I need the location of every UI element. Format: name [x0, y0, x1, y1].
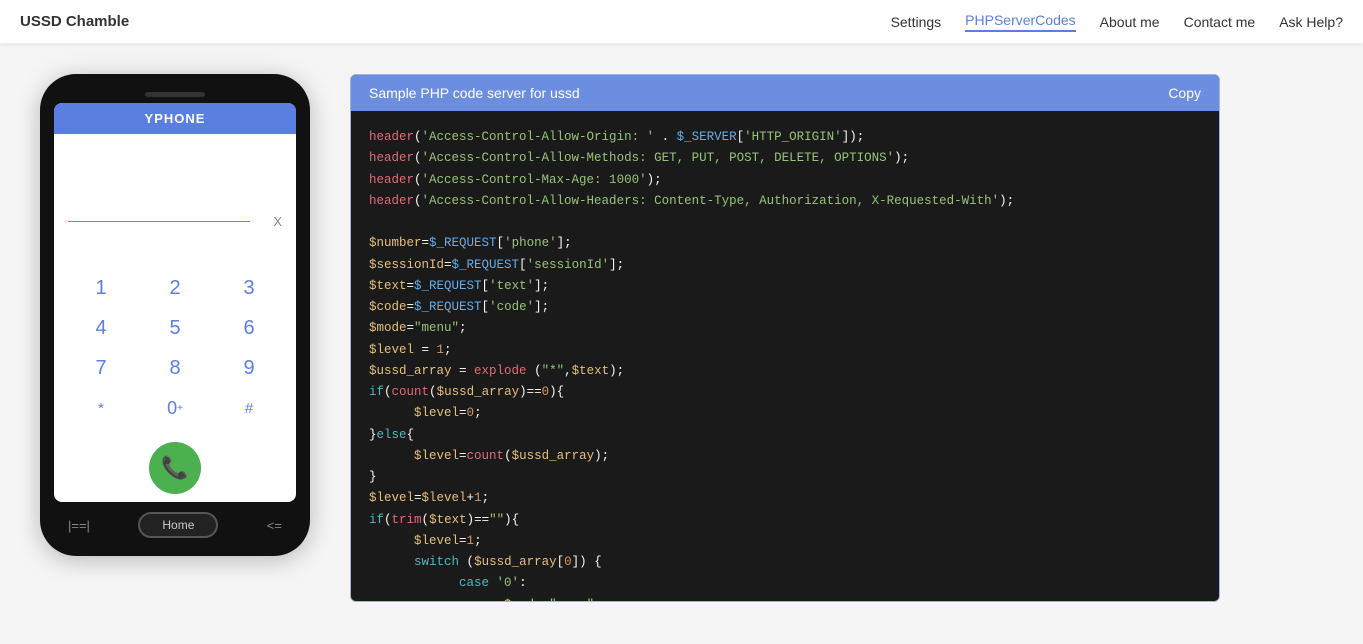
phone-screen-header: YPHONE [54, 103, 296, 134]
phone-input-row: X [68, 214, 282, 229]
dialpad-key-5[interactable]: 5 [138, 308, 212, 348]
phone-bottom-left-icon: |==| [68, 518, 90, 533]
dialpad-key-8[interactable]: 8 [138, 348, 212, 388]
dialpad-key-hash[interactable]: # [212, 388, 286, 428]
dialpad-key-9[interactable]: 9 [212, 348, 286, 388]
phone-clear-button[interactable]: X [273, 214, 282, 229]
phone-call-btn-row: 📞 [54, 442, 296, 494]
phone-home-button[interactable]: Home [138, 512, 218, 538]
dialpad-key-4[interactable]: 4 [64, 308, 138, 348]
dialpad-key-0[interactable]: 0 + [138, 388, 212, 428]
dialpad-key-1[interactable]: 1 [64, 268, 138, 308]
navbar-brand: USSD Chamble [20, 13, 129, 30]
dialpad-key-2[interactable]: 2 [138, 268, 212, 308]
nav-contactme[interactable]: Contact me [1184, 14, 1256, 30]
main-content: YPHONE X 1 2 3 4 5 6 7 8 9 * 0 + # [0, 44, 1363, 632]
phone-input-line [68, 221, 250, 222]
nav-askhelp[interactable]: Ask Help? [1279, 14, 1343, 30]
nav-settings[interactable]: Settings [891, 14, 942, 30]
nav-aboutme[interactable]: About me [1100, 14, 1160, 30]
phone-mockup: YPHONE X 1 2 3 4 5 6 7 8 9 * 0 + # [40, 74, 310, 556]
copy-button[interactable]: Copy [1168, 85, 1201, 101]
code-panel-header: Sample PHP code server for ussd Copy [351, 75, 1219, 111]
dialpad-key-3[interactable]: 3 [212, 268, 286, 308]
code-panel: Sample PHP code server for ussd Copy hea… [350, 74, 1220, 602]
code-block: header('Access-Control-Allow-Origin: ' .… [369, 127, 1201, 601]
phone-top-bar [54, 92, 296, 97]
phone-call-button[interactable]: 📞 [149, 442, 201, 494]
navbar: USSD Chamble Settings PHPServerCodes Abo… [0, 0, 1363, 44]
phone-call-icon: 📞 [161, 455, 188, 481]
code-panel-title: Sample PHP code server for ussd [369, 85, 580, 101]
phone-screen: YPHONE X 1 2 3 4 5 6 7 8 9 * 0 + # [54, 103, 296, 502]
code-block-wrapper[interactable]: header('Access-Control-Allow-Origin: ' .… [351, 111, 1219, 601]
navbar-links: Settings PHPServerCodes About me Contact… [891, 12, 1343, 32]
nav-phpservercodes[interactable]: PHPServerCodes [965, 12, 1076, 32]
phone-speaker [145, 92, 205, 97]
dialpad-key-6[interactable]: 6 [212, 308, 286, 348]
dialpad-key-7[interactable]: 7 [64, 348, 138, 388]
phone-bottom-bar: |==| Home <= [54, 512, 296, 538]
phone-screen-body: X [54, 134, 296, 254]
dialpad-key-star[interactable]: * [64, 388, 138, 428]
phone-dialpad: 1 2 3 4 5 6 7 8 9 * 0 + # [54, 268, 296, 428]
phone-bottom-right-icon: <= [267, 518, 282, 533]
